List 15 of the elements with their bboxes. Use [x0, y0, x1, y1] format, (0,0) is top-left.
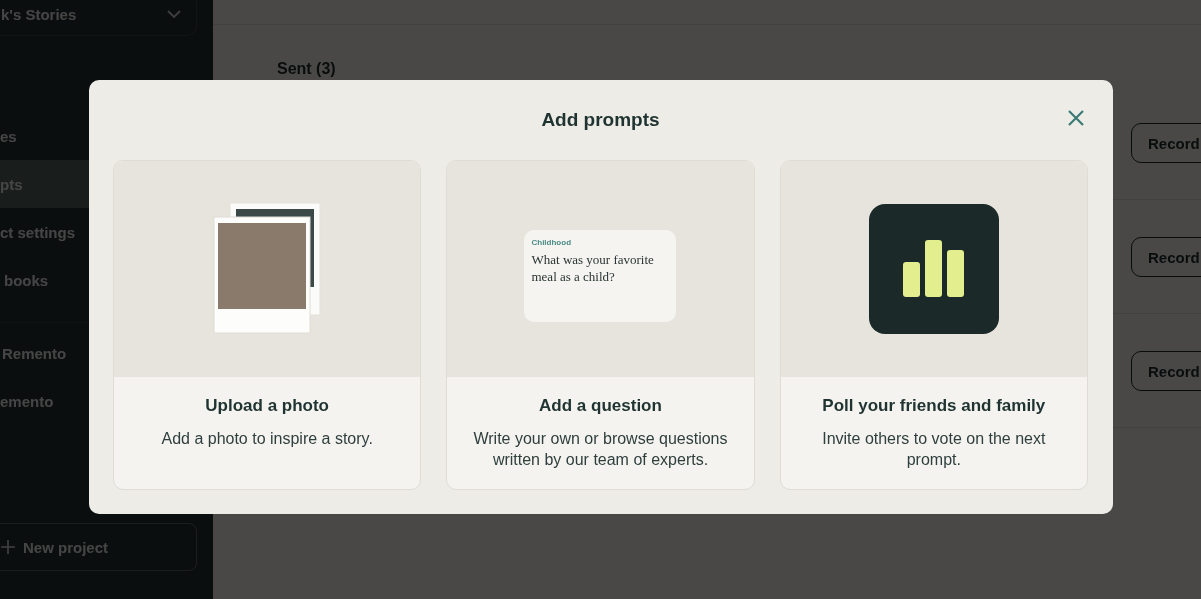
question-text: What was your favorite meal as a child?: [531, 250, 655, 285]
card-description: Invite others to vote on the next prompt.: [821, 429, 1047, 470]
bar-chart-icon: [868, 204, 999, 334]
option-card[interactable]: Upload a photo Add a photo to inspire a story.: [113, 160, 422, 490]
modal-title: Add prompts: [541, 109, 660, 131]
card-title: Add a question: [538, 396, 663, 416]
option-card[interactable]: Poll your friends and family Invite others to vote on the next prompt.: [779, 160, 1088, 490]
card-title: Poll your friends and family: [821, 396, 1047, 416]
question-category: Childhood: [531, 237, 573, 247]
option-card[interactable]: Childhood What was your favorite meal as a child? Add a question Write your own or browse questions written by our team of experts.: [446, 160, 755, 490]
close-icon: [1068, 110, 1084, 126]
card-title: Upload a photo: [204, 396, 330, 416]
section-title: Sent (3): [277, 60, 337, 78]
card-description: Add a photo to inspire a story.: [160, 429, 374, 449]
card-description: Write your own or browse questions written by our team of experts.: [472, 429, 729, 470]
